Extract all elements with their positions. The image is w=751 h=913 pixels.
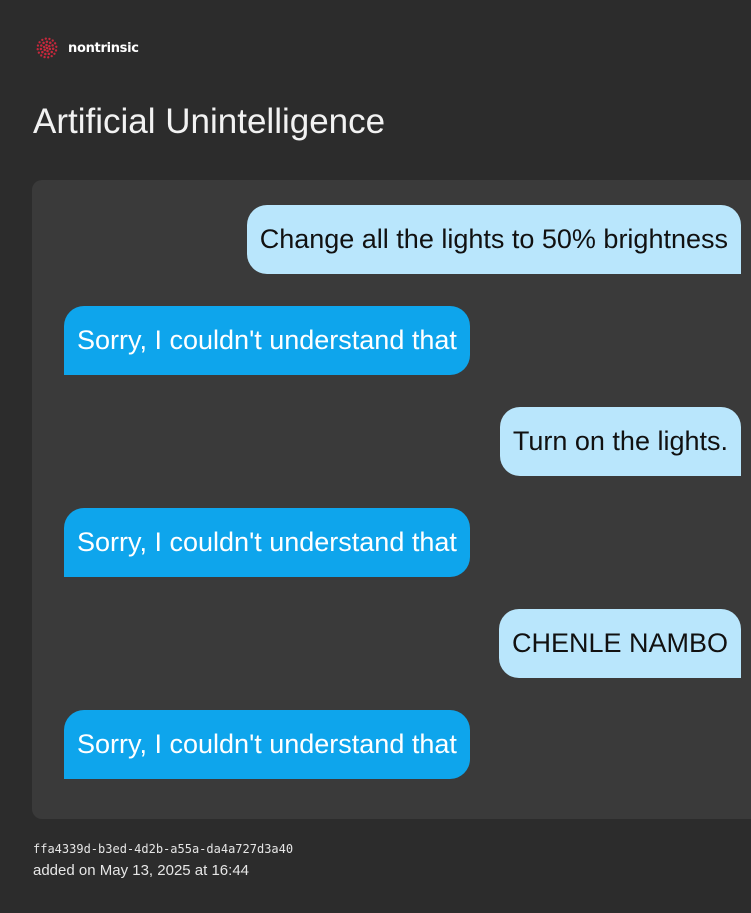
assistant-message: Sorry, I couldn't understand that (64, 306, 470, 375)
user-message: CHENLE NAMBO (498, 609, 741, 678)
chat-panel: Change all the lights to 50% brightness … (32, 180, 751, 819)
brand-name: nontrinsic (68, 40, 139, 56)
brand[interactable]: nontrinsic (34, 36, 139, 60)
page-title: Artificial Unintelligence (33, 102, 386, 141)
added-date: added on May 13, 2025 at 16:44 (33, 862, 250, 879)
user-message: Turn on the lights. (499, 407, 741, 476)
conversation-id: ffa4339d-b3ed-4d2b-a55a-da4a727d3a40 (33, 842, 294, 856)
user-message: Change all the lights to 50% brightness (246, 205, 741, 274)
assistant-message: Sorry, I couldn't understand that (64, 710, 470, 779)
dotted-circle-logo-icon (36, 37, 58, 59)
assistant-message: Sorry, I couldn't understand that (64, 508, 470, 577)
